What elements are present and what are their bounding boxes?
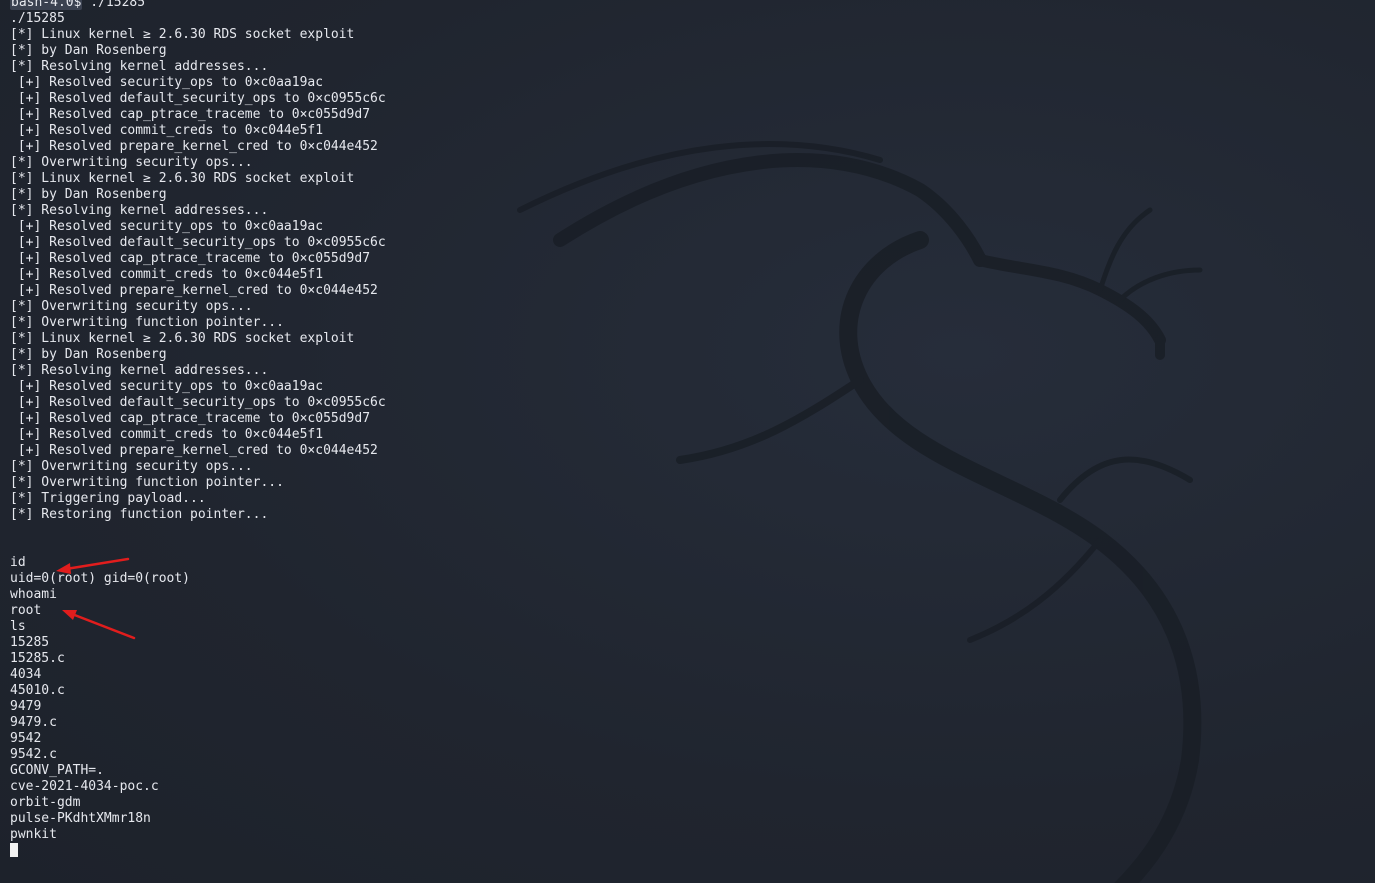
shell-prompt: bash-4.0$ xyxy=(10,0,83,10)
output-line: [*] Linux kernel ≥ 2.6.30 RDS socket exp… xyxy=(10,331,355,346)
output-line: [*] Resolving kernel addresses... xyxy=(10,203,269,218)
command-id: id xyxy=(10,555,26,570)
output-line: [*] Restoring function pointer... xyxy=(10,507,269,522)
output-line: [*] Overwriting security ops... xyxy=(10,155,253,170)
file-entry: 15285.c xyxy=(10,651,65,666)
file-entry: 9479.c xyxy=(10,715,57,730)
output-line: [+] Resolved default_security_ops to 0×c… xyxy=(10,91,386,106)
prompt-line: bash-4.0$ ./15285 xyxy=(10,0,386,11)
file-entry: orbit-gdm xyxy=(10,795,81,810)
kali-dragon-icon xyxy=(517,141,1203,883)
prompt-command: ./15285 xyxy=(82,0,146,10)
output-line: [+] Resolved prepare_kernel_cred to 0×c0… xyxy=(10,283,378,298)
file-entry: cve-2021-4034-poc.c xyxy=(10,779,159,794)
text-cursor xyxy=(10,843,18,857)
output-line: [+] Resolved cap_ptrace_traceme to 0×c05… xyxy=(10,251,371,266)
output-line: [*] Resolving kernel addresses... xyxy=(10,59,269,74)
output-line: [+] Resolved security_ops to 0×c0aa19ac xyxy=(10,75,324,90)
output-line: [*] Overwriting function pointer... xyxy=(10,315,284,330)
input-line[interactable] xyxy=(10,843,386,859)
file-entry: pwnkit xyxy=(10,827,57,842)
terminal-output: bash-4.0$ ./15285 ./15285 [*] Linux kernel… xyxy=(10,0,386,859)
output-line: [*] Linux kernel ≥ 2.6.30 RDS socket exp… xyxy=(10,27,355,42)
file-entry: 15285 xyxy=(10,635,50,650)
output-line: [*] by Dan Rosenberg xyxy=(10,43,167,58)
output-line: [+] Resolved commit_creds to 0×c044e5f1 xyxy=(10,427,324,442)
output-line: [+] Resolved commit_creds to 0×c044e5f1 xyxy=(10,267,324,282)
command-ls: ls xyxy=(10,619,26,634)
terminal-window[interactable]: bash-4.0$ ./15285 ./15285 [*] Linux kernel… xyxy=(0,0,1375,883)
output-line: [*] Triggering payload... xyxy=(10,491,206,506)
output-line: [+] Resolved security_ops to 0×c0aa19ac xyxy=(10,379,324,394)
output-line: uid=0(root) gid=0(root) xyxy=(10,571,191,586)
output-line: [+] Resolved default_security_ops to 0×c… xyxy=(10,235,386,250)
file-entry: GCONV_PATH=. xyxy=(10,763,104,778)
output-line: [*] by Dan Rosenberg xyxy=(10,187,167,202)
file-entry: 9479 xyxy=(10,699,42,714)
file-entry: 9542.c xyxy=(10,747,57,762)
file-entry: 4034 xyxy=(10,667,42,682)
output-line: [+] Resolved prepare_kernel_cred to 0×c0… xyxy=(10,139,378,154)
output-line: [*] Linux kernel ≥ 2.6.30 RDS socket exp… xyxy=(10,171,355,186)
output-line: [+] Resolved commit_creds to 0×c044e5f1 xyxy=(10,123,324,138)
output-line: [*] Overwriting function pointer... xyxy=(10,475,284,490)
output-line: [+] Resolved cap_ptrace_traceme to 0×c05… xyxy=(10,411,371,426)
output-line: [+] Resolved prepare_kernel_cred to 0×c0… xyxy=(10,443,378,458)
file-entry: pulse-PKdhtXMmr18n xyxy=(10,811,151,826)
file-entry: 45010.c xyxy=(10,683,65,698)
output-line: [+] Resolved security_ops to 0×c0aa19ac xyxy=(10,219,324,234)
output-line: [*] Overwriting security ops... xyxy=(10,299,253,314)
file-entry: 9542 xyxy=(10,731,42,746)
output-line: root xyxy=(10,603,42,618)
output-line: [*] by Dan Rosenberg xyxy=(10,347,167,362)
output-line: [+] Resolved default_security_ops to 0×c… xyxy=(10,395,386,410)
output-line: [*] Overwriting security ops... xyxy=(10,459,253,474)
output-line: ./15285 xyxy=(10,11,65,26)
output-line: [+] Resolved cap_ptrace_traceme to 0×c05… xyxy=(10,107,371,122)
command-whoami: whoami xyxy=(10,587,57,602)
output-line: [*] Resolving kernel addresses... xyxy=(10,363,269,378)
